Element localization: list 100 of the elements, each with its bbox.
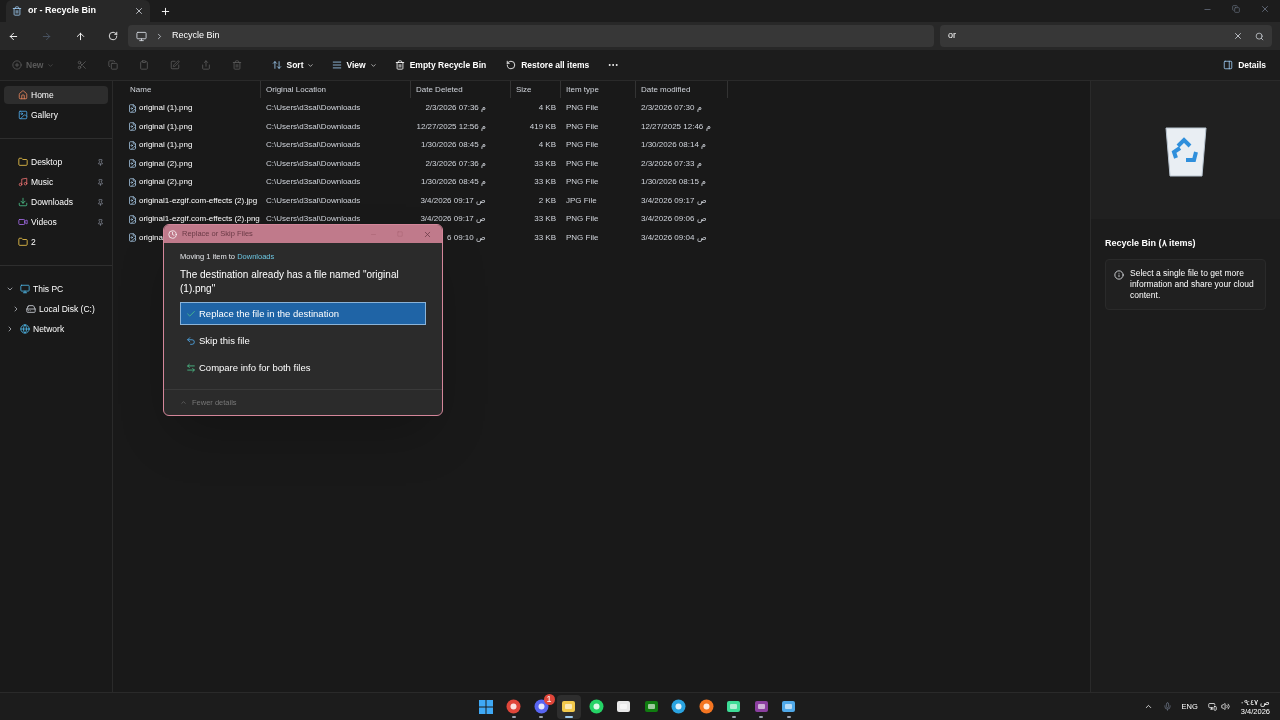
sidebar-item[interactable]: Music [4,173,108,191]
share-icon [201,60,211,70]
network-icon [20,324,30,334]
column-header[interactable]: Name [130,83,152,96]
table-cell: JPG File [566,194,597,207]
table-cell: original (1).png [139,139,193,151]
scissors-icon [77,60,87,70]
sidebar-item[interactable]: 2 [4,233,108,251]
sidebar-item[interactable]: Network [4,320,108,338]
up-arrow-icon [74,30,86,42]
toolbar-action-button[interactable]: Restore all items [500,54,596,76]
image-file-icon [128,214,137,224]
search-icon [1255,31,1264,41]
details-button[interactable]: Details [1223,58,1266,72]
forward-arrow-icon [41,30,53,42]
pen-icon [170,60,180,70]
address-bar[interactable]: Recycle Bin [128,25,934,47]
microphone-icon [1162,702,1172,711]
column-header[interactable]: Item type [566,83,599,96]
caret-icon [369,61,377,69]
copy-icon [108,60,118,70]
back-button[interactable] [8,30,19,42]
sidebar-label: 2 [31,235,37,249]
chevron-icon [12,305,20,313]
address-location: Recycle Bin [172,29,220,43]
sidebar-item[interactable]: Videos [4,213,108,231]
table-cell: C:\Users\d3sal\Downloads [266,102,361,114]
start-icon [479,699,494,714]
sidebar-label: Videos [31,215,58,229]
up-button[interactable] [74,30,86,42]
table-cell: origina [139,231,163,244]
sidebar-item[interactable]: Desktop [4,153,108,171]
dialog-option[interactable]: Replace the file in the destination [180,302,426,326]
compare-icon [186,362,196,373]
restore-icon [1232,5,1240,13]
column-header[interactable]: Size [516,83,532,96]
sidebar-item[interactable]: Gallery [4,106,108,124]
info-text: Select a single file to get more information and share your cloud content. [1130,267,1255,301]
volume-icon [1220,702,1230,711]
table-cell: 12/27/2025 12:46 م [641,120,711,133]
table-cell: original1-ezgif.com-effects (2).jpg [139,194,258,207]
table-cell: 12/27/2025 12:56 م [416,120,486,133]
drive-icon [26,304,36,314]
column-header[interactable]: Date Deleted [416,83,463,96]
window-tab[interactable]: or - Recycle Bin [6,0,150,22]
video-icon [18,217,28,227]
clear-search-button[interactable] [1233,31,1243,41]
toolbar-menu-button[interactable]: View [326,54,383,76]
sidebar-item[interactable]: Home [4,86,108,104]
table-cell: 1/30/2026 08:45 م [420,139,486,151]
close-button[interactable] [1260,4,1270,14]
caret-icon [180,399,187,407]
table-cell: 3/4/2026 09:04 ص [641,231,707,244]
tab-title: or - Recycle Bin [28,4,98,18]
table-cell: 33 KB [534,157,556,170]
close-icon [1233,31,1243,41]
pin-icon [97,218,104,226]
dialog-option[interactable]: Skip this file [180,329,426,353]
undo-icon [186,335,196,346]
table-cell: 3/4/2026 09:17 ص [420,194,486,207]
chevron-icon [155,31,164,41]
chevron-icon [6,325,14,333]
table-cell: 3/4/2026 09:17 ص [641,194,707,207]
table-cell: original (2).png [139,157,193,170]
table-cell: original (1).png [139,102,193,114]
search-value: or [948,29,957,43]
image-file-icon [128,233,137,242]
column-header[interactable]: Date modified [641,83,691,96]
sidebar-item[interactable]: Downloads [4,193,108,211]
sidebar-item[interactable]: This PC [4,280,108,298]
taskbar-app[interactable]: 1 [529,694,554,719]
toolbar-menu-button[interactable]: Sort [266,54,321,76]
table-cell: 1/30/2026 08:14 م [641,139,707,151]
clock-icon [168,229,177,239]
table-cell: PNG File [566,102,599,114]
table-cell: 33 KB [534,176,556,188]
sidebar-label: Downloads [31,195,75,209]
sidebar-label: Local Disk (C:) [39,302,96,316]
table-cell: C:\Users\d3sal\Downloads [266,157,361,170]
close-icon [423,229,432,239]
taskbar-app[interactable] [556,694,581,719]
sidebar-item[interactable]: Local Disk (C:) [4,300,108,318]
trash-icon [232,60,242,70]
close-icon [134,6,144,16]
search-field[interactable]: or [940,25,1272,47]
column-header[interactable]: Original Location [266,83,327,96]
sidebar-label: Home [31,88,55,102]
plus-circle-icon [12,60,22,70]
table-cell: 2/3/2026 07:30 م [641,102,702,114]
table-cell: 1/30/2026 08:15 م [641,176,707,188]
toolbar-action-button[interactable]: Empty Recycle Bin [388,54,493,76]
sidebar-label: Desktop [31,155,64,169]
table-cell: original1-ezgif.com-effects (2).png [139,213,260,225]
download-icon [18,197,28,207]
refresh-button[interactable] [108,31,118,41]
table-cell: 2/3/2026 07:33 م [641,157,702,170]
table-cell: original (2).png [139,176,193,188]
table-cell: 4 KB [538,102,556,114]
caret-icon [47,61,55,69]
dialog-option[interactable]: Compare info for both files [180,356,426,380]
